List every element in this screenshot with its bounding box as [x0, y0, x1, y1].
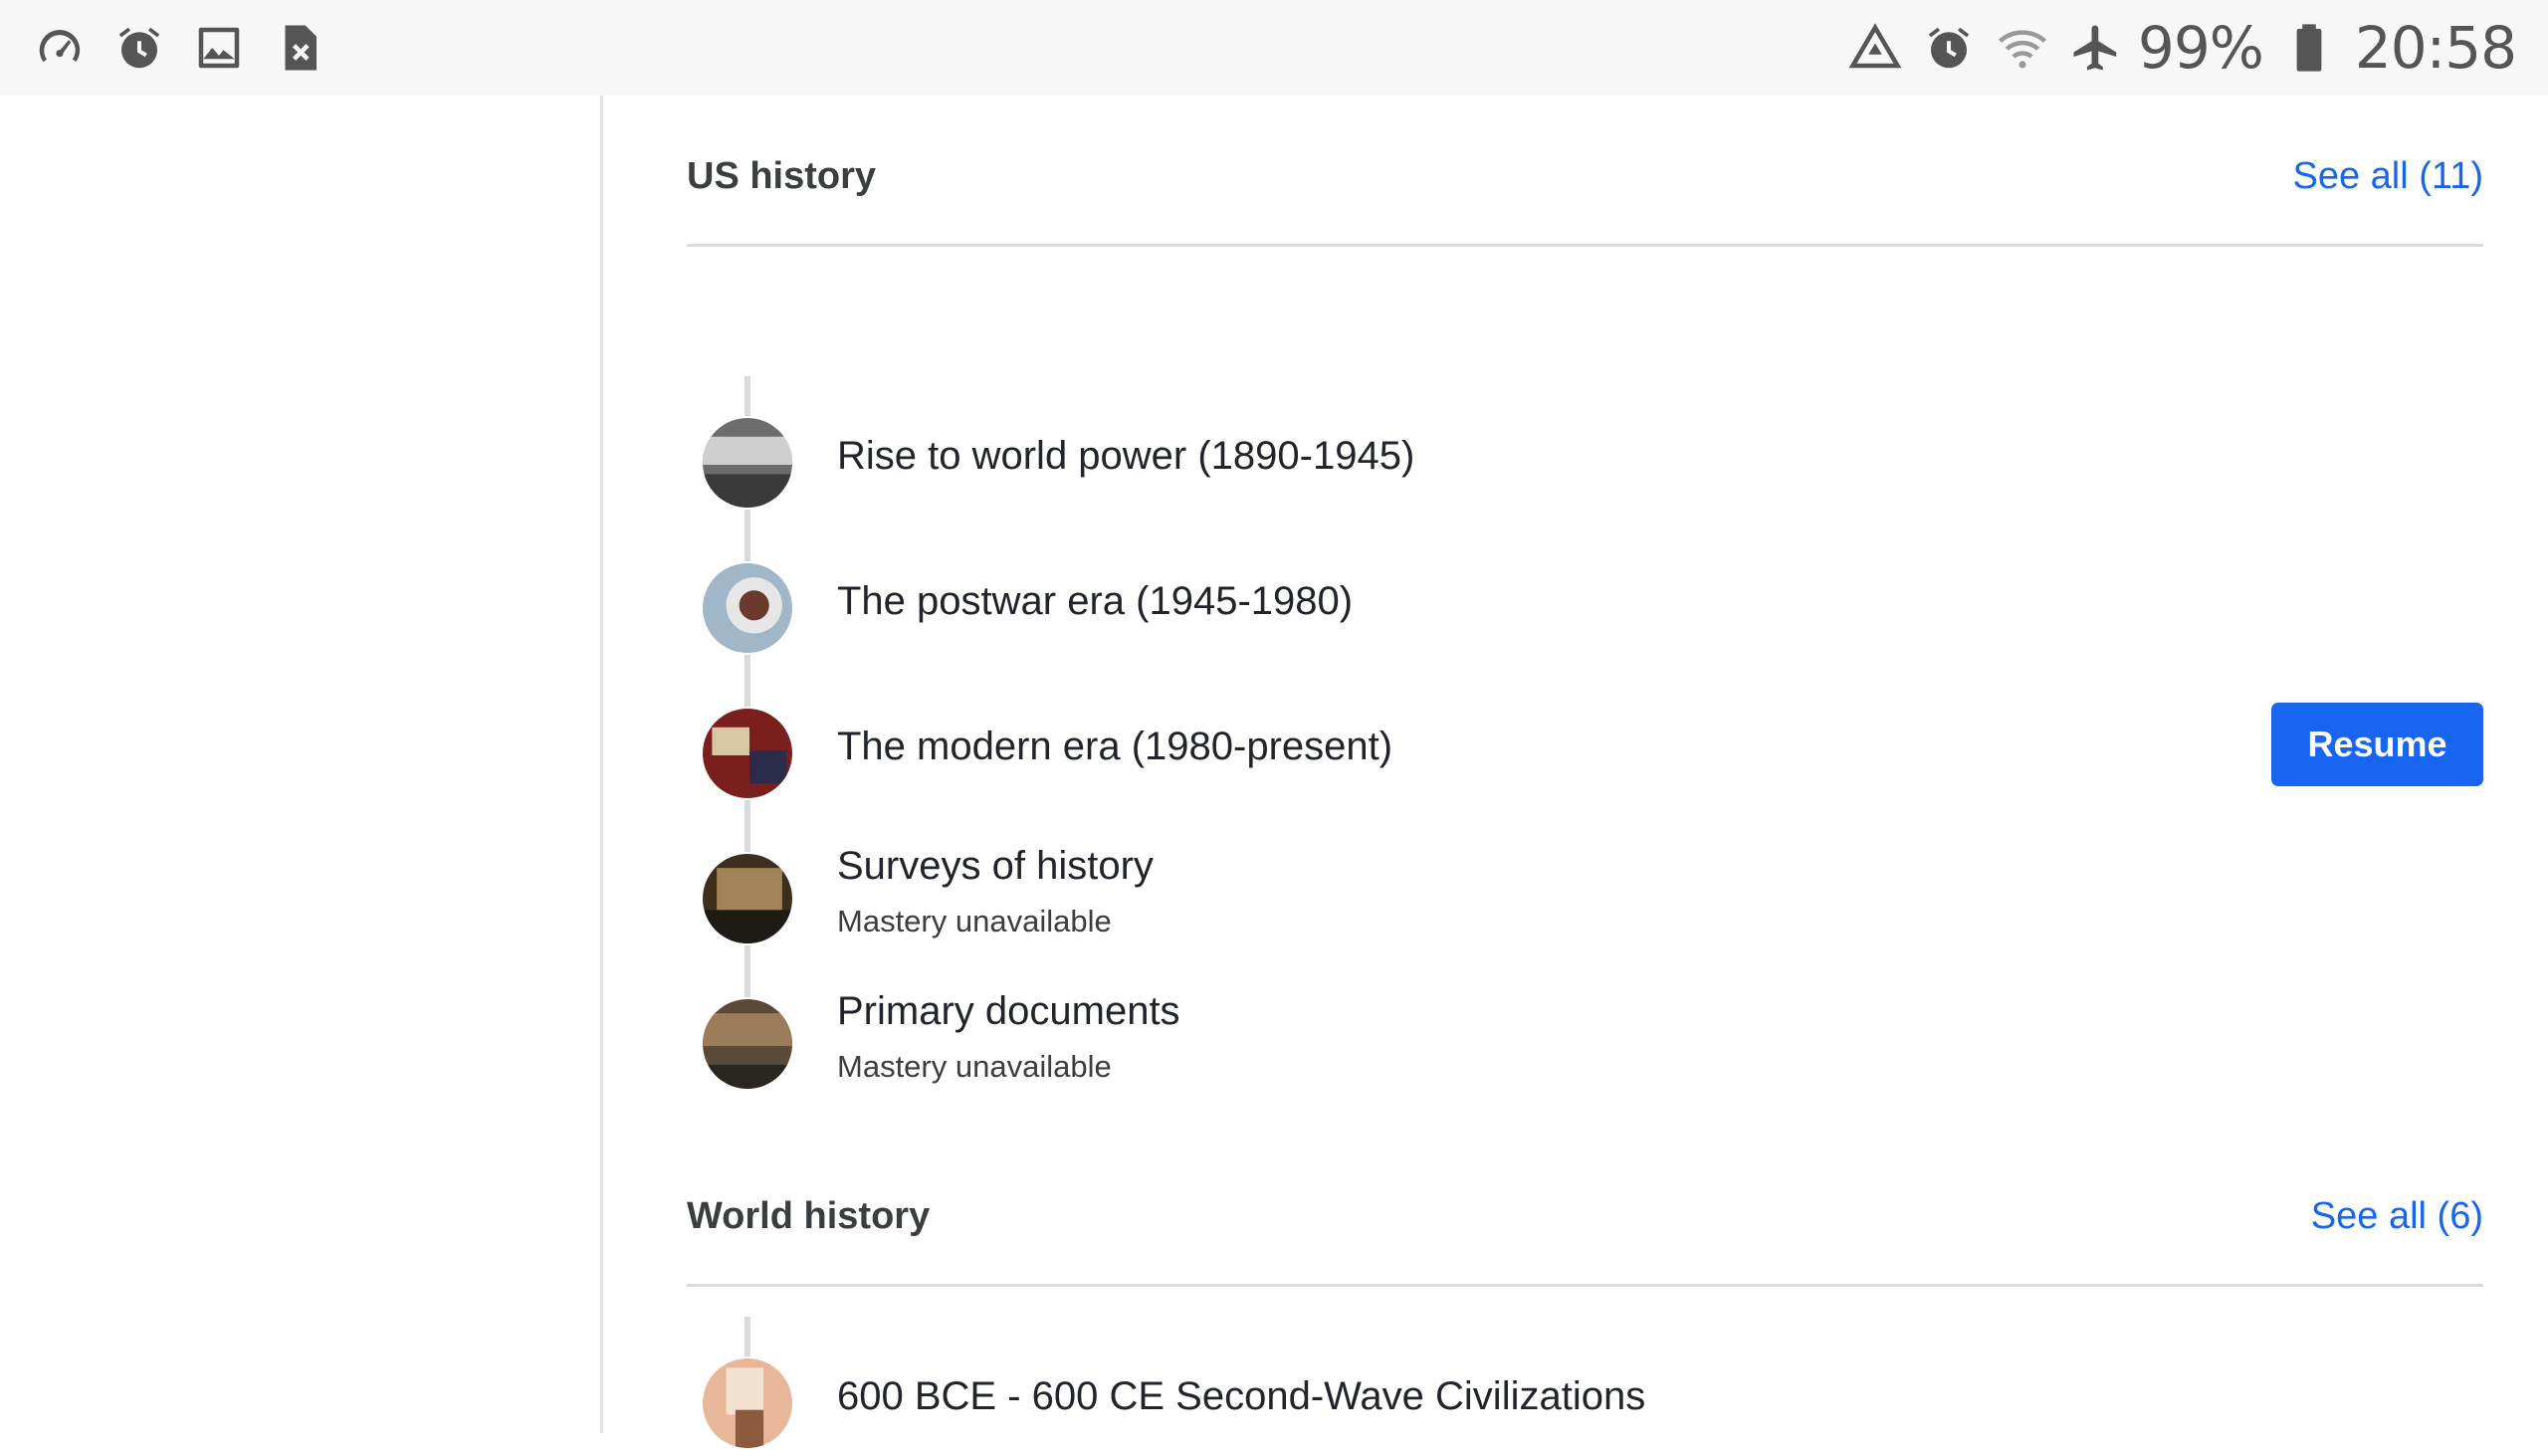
- status-bar-left: [32, 20, 350, 76]
- unit-thumbnail: [701, 707, 794, 800]
- unit-row-postwar-era[interactable]: The postwar era (1945-1980): [687, 551, 2483, 661]
- alarm-icon: [111, 20, 167, 76]
- unit-title: Rise to world power (1890-1945): [837, 434, 1415, 478]
- wifi-icon: [1995, 20, 2050, 76]
- course-content: US history See all (11) Rise to world po…: [687, 96, 2483, 1450]
- unit-thumbnail: [701, 1356, 794, 1450]
- sim-error-icon: [271, 20, 326, 76]
- section-title: US history: [687, 155, 877, 197]
- pane-divider: [600, 96, 603, 1433]
- unit-title: Surveys of history: [837, 844, 1154, 888]
- left-pane: [0, 96, 600, 1433]
- see-all-link[interactable]: See all (11): [2292, 155, 2483, 198]
- section-title: World history: [687, 1195, 931, 1237]
- unit-thumbnail: [701, 416, 794, 510]
- resume-button[interactable]: Resume: [2271, 703, 2483, 786]
- unit-thumbnail: [701, 852, 794, 945]
- unit-title: The postwar era (1945-1980): [837, 579, 1354, 623]
- clock: 20:58: [2354, 14, 2517, 82]
- section-header: US history See all (11): [687, 96, 2483, 247]
- battery-percent: 99%: [2137, 14, 2264, 82]
- alarm-icon: [1921, 20, 1977, 76]
- unit-title: The modern era (1980-present): [837, 725, 1393, 768]
- section-world-history: World history See all (6) 600 BCE - 600 …: [687, 1136, 2483, 1450]
- speedometer-icon: [32, 20, 88, 76]
- airplane-icon: [2068, 20, 2124, 76]
- section-us-history: US history See all (11) Rise to world po…: [687, 96, 2483, 1091]
- unit-subtitle: Mastery unavailable: [837, 904, 1112, 938]
- unit-subtitle: Mastery unavailable: [837, 1049, 1112, 1084]
- unit-row-primary-documents[interactable]: Primary documents Mastery unavailable: [687, 987, 2483, 1097]
- unit-thumbnail: [701, 561, 794, 655]
- unit-row-rise-to-world-power[interactable]: Rise to world power (1890-1945): [687, 406, 2483, 516]
- unit-thumbnail: [701, 997, 794, 1091]
- battery-icon: [2281, 20, 2337, 76]
- status-bar-right: 99% 20:58: [1829, 14, 2517, 82]
- image-icon: [191, 20, 247, 76]
- unit-row-surveys-of-history[interactable]: Surveys of history Mastery unavailable: [687, 842, 2483, 951]
- see-all-link[interactable]: See all (6): [2311, 1195, 2483, 1238]
- unit-row-modern-era[interactable]: The modern era (1980-present) Resume: [687, 697, 2483, 806]
- section-header: World history See all (6): [687, 1136, 2483, 1287]
- unit-title: 600 BCE - 600 CE Second-Wave Civilizatio…: [837, 1374, 1646, 1418]
- status-bar: 99% 20:58: [0, 0, 2548, 96]
- unit-row-second-wave-civilizations[interactable]: 600 BCE - 600 CE Second-Wave Civilizatio…: [687, 1347, 2483, 1456]
- recycle-warning-icon: [1847, 20, 1903, 76]
- unit-title: Primary documents: [837, 989, 1180, 1033]
